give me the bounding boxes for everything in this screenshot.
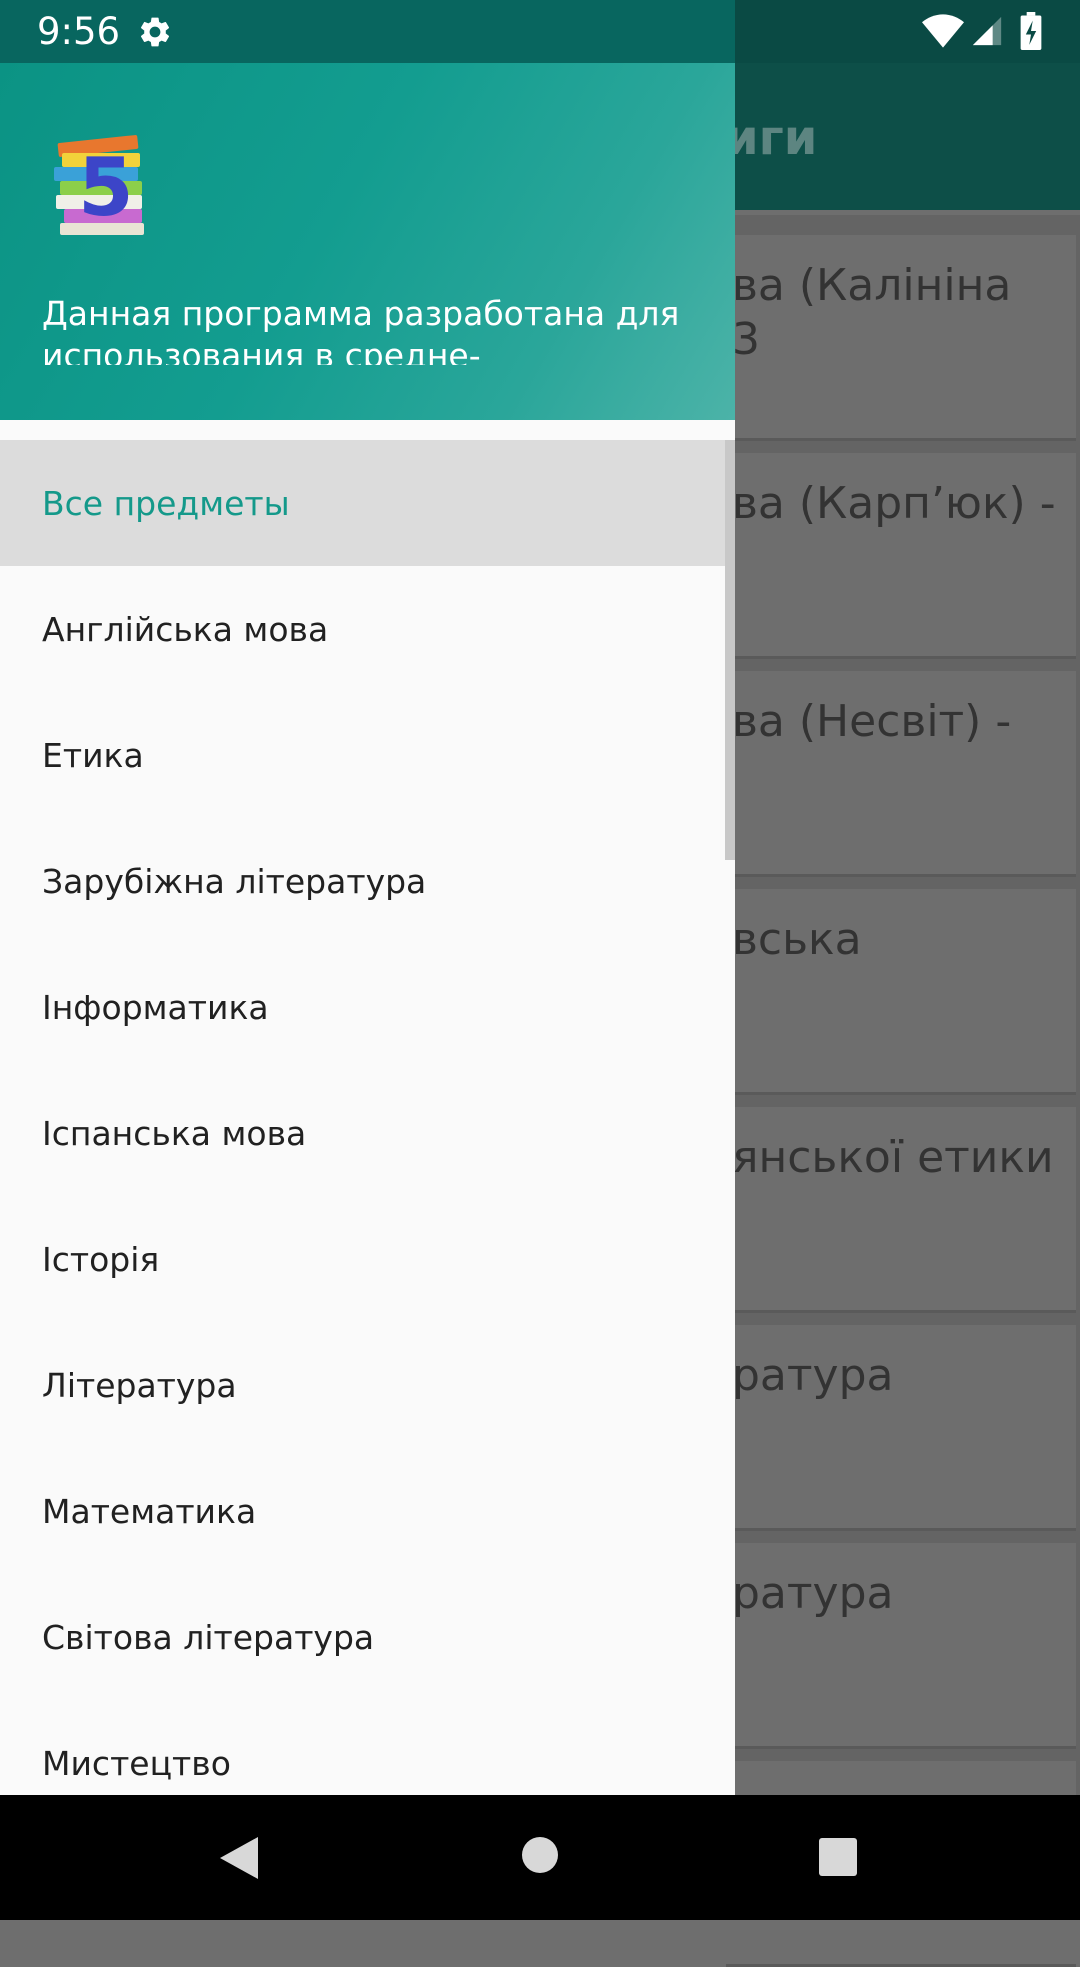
drawer-item-literature[interactable]: Література	[0, 1322, 735, 1448]
background-card-line1: ва (Калініна	[732, 260, 1012, 311]
drawer-item-english[interactable]: Англійська мова	[0, 566, 735, 692]
drawer-header: 5 Данная программа разработана для испол…	[0, 63, 735, 420]
background-card: ва (Карп’юк) -	[726, 453, 1076, 659]
drawer-item-ethics[interactable]: Етика	[0, 692, 735, 818]
background-card: ва (Несвіт) -	[726, 671, 1076, 877]
background-card-line1: ва (Несвіт) -	[732, 696, 1012, 747]
drawer-header-text: Данная программа разработана для использ…	[42, 294, 680, 365]
drawer-item-world-literature[interactable]: Світова література	[0, 1574, 735, 1700]
background-card-line1: ва (Карп’юк) -	[732, 478, 1056, 529]
battery-icon	[1020, 12, 1042, 54]
system-nav-bar	[0, 1795, 1080, 1920]
books-logo-icon: 5	[48, 131, 156, 241]
drawer-item-label: Історія	[42, 1240, 160, 1279]
drawer-item-label: Етика	[42, 736, 144, 775]
gear-icon	[137, 14, 173, 54]
drawer-item-mathematics[interactable]: Математика	[0, 1448, 735, 1574]
status-bar: 9:56	[0, 0, 1080, 63]
back-icon[interactable]	[218, 1835, 260, 1885]
drawer-item-foreign-literature[interactable]: Зарубіжна література	[0, 818, 735, 944]
status-time: 9:56	[37, 10, 121, 53]
drawer-item-all-subjects[interactable]: Все предметы	[0, 440, 735, 566]
background-card: ратура	[726, 1543, 1076, 1749]
background-card-line1: ратура	[732, 1568, 894, 1619]
drawer-item-label: Мистецтво	[42, 1744, 231, 1783]
svg-text:5: 5	[78, 141, 134, 234]
drawer-item-art[interactable]: Мистецтво	[0, 1700, 735, 1795]
background-card: вська	[726, 889, 1076, 1095]
background-card-line1: вська	[732, 914, 862, 965]
background-card: ва (Калініна 3	[726, 235, 1076, 441]
drawer-item-label: Інформатика	[42, 988, 269, 1027]
signal-icon	[970, 14, 1004, 52]
navigation-drawer: 5 Данная программа разработана для испол…	[0, 0, 735, 1795]
drawer-scrollbar[interactable]	[725, 440, 735, 860]
drawer-item-label: Математика	[42, 1492, 257, 1531]
wifi-icon	[922, 14, 964, 52]
drawer-item-label: Світова література	[42, 1618, 375, 1657]
drawer-item-label: Все предметы	[42, 484, 290, 523]
drawer-item-label: Зарубіжна література	[42, 862, 427, 901]
home-icon[interactable]	[520, 1835, 560, 1879]
background-card-line1: янської етики	[732, 1132, 1054, 1183]
drawer-item-label: Література	[42, 1366, 237, 1405]
background-card-line1: ратура	[732, 1350, 894, 1401]
drawer-item-informatics[interactable]: Інформатика	[0, 944, 735, 1070]
drawer-item-spanish[interactable]: Іспанська мова	[0, 1070, 735, 1196]
background-card-line2: 3	[732, 314, 760, 365]
drawer-item-history[interactable]: Історія	[0, 1196, 735, 1322]
drawer-nav-list: Все предметы Англійська мова Етика Заруб…	[0, 440, 735, 1795]
background-card: янської етики	[726, 1107, 1076, 1313]
drawer-item-label: Англійська мова	[42, 610, 329, 649]
background-app-title: иги	[725, 110, 818, 166]
background-card: ратура	[726, 1325, 1076, 1531]
drawer-item-label: Іспанська мова	[42, 1114, 307, 1153]
recents-icon[interactable]	[818, 1837, 858, 1881]
